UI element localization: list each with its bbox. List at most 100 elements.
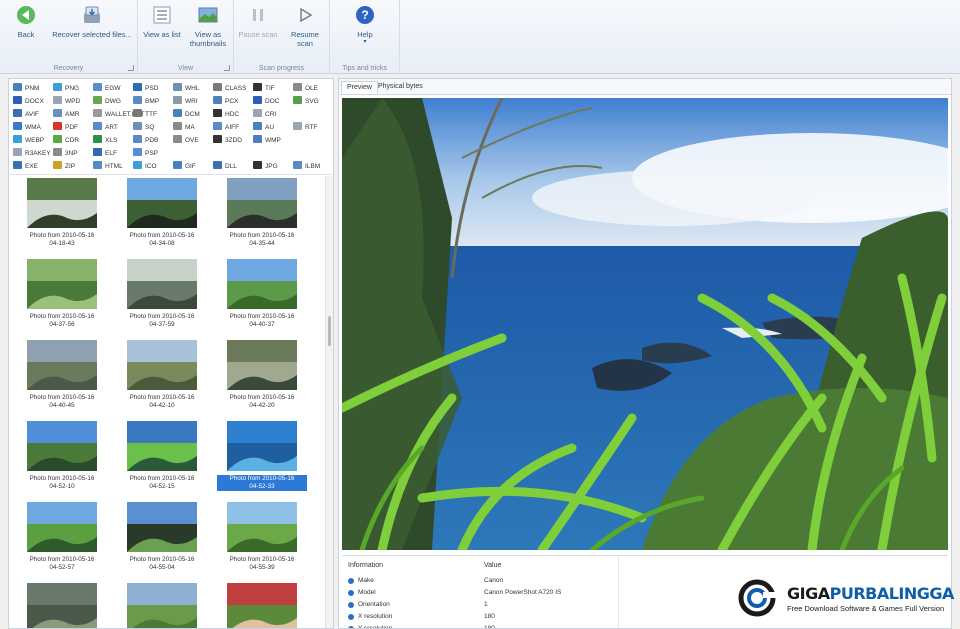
file-type-icon — [293, 83, 302, 91]
file-type-label: AVIF — [25, 111, 39, 118]
file-type-pdb[interactable]: PDB — [133, 135, 158, 146]
file-type-exe[interactable]: EXE — [13, 161, 38, 172]
thumbnail-item[interactable]: Photo from 2010-05-16 04-35-44 — [217, 178, 307, 248]
file-type-egw[interactable]: EGW — [93, 83, 121, 94]
file-type-gif[interactable]: GIF — [173, 161, 196, 172]
file-type-ole[interactable]: OLE — [293, 83, 318, 94]
file-type-rtf[interactable]: RTF — [293, 122, 318, 133]
file-type-psp[interactable]: PSP — [133, 148, 158, 159]
group-expander-icon[interactable] — [128, 65, 134, 71]
file-type-bmp[interactable]: BMP — [133, 96, 159, 107]
thumbnail-item[interactable]: Photo from 2010-05-16 04-55-39 — [217, 502, 307, 572]
thumbnail-item[interactable] — [117, 583, 207, 628]
file-type-elf[interactable]: ELF — [93, 148, 117, 159]
file-type-hdc[interactable]: HDC — [213, 109, 239, 120]
file-type-zip[interactable]: ZIP — [53, 161, 75, 172]
thumbnail-item[interactable]: Photo from 2010-05-16 04-37-56 — [17, 259, 107, 329]
file-type-tif[interactable]: TIF — [253, 83, 275, 94]
thumbnail-item[interactable]: Photo from 2010-05-16 04-52-10 — [17, 421, 107, 491]
thumbnail-scrollbar[interactable] — [325, 176, 333, 628]
scrollbar-thumb[interactable] — [328, 316, 331, 346]
group-expander-icon[interactable] — [224, 65, 230, 71]
file-type-label: TTF — [145, 111, 157, 118]
file-type-ilbm[interactable]: ILBM — [293, 161, 320, 172]
thumbnail-image — [127, 583, 197, 628]
thumbnail-item[interactable] — [17, 583, 107, 628]
file-type-r3akey[interactable]: R3AKEY — [13, 148, 51, 159]
file-type-png[interactable]: PNG — [53, 83, 79, 94]
thumbnail-item[interactable]: Photo from 2010-05-16 04-42-10 — [117, 340, 207, 410]
file-type-pnm[interactable]: PNM — [13, 83, 39, 94]
file-type-wmp[interactable]: WMP — [253, 135, 281, 146]
file-type-pdf[interactable]: PDF — [53, 122, 78, 133]
thumbnail-item[interactable]: Photo from 2010-05-16 04-52-57 — [17, 502, 107, 572]
thumbnail-grid[interactable]: Photo from 2010-05-16 04-18-43 Photo from … — [9, 176, 325, 628]
file-type-xls[interactable]: XLS — [93, 135, 117, 146]
info-row[interactable]: X resolution 180 — [342, 612, 622, 624]
file-type-icon — [93, 109, 102, 117]
thumbnail-caption: Photo from 2010-05-16 04-52-33 — [217, 475, 307, 491]
thumbnail-image — [27, 259, 97, 309]
thumbnail-item[interactable] — [217, 583, 307, 628]
file-type-ico[interactable]: ICO — [133, 161, 157, 172]
thumbnail-item[interactable]: Photo from 2010-05-16 04-40-45 — [17, 340, 107, 410]
file-type-class[interactable]: CLASS — [213, 83, 246, 94]
thumbnail-caption-title: Photo from 2010-05-16 — [29, 556, 95, 563]
info-row[interactable]: Make Canon — [342, 576, 622, 588]
file-type-doc[interactable]: DOC — [253, 96, 279, 107]
file-type-dll[interactable]: DLL — [213, 161, 237, 172]
file-type-dcm[interactable]: DCM — [173, 109, 200, 120]
back-button[interactable]: Back — [6, 4, 46, 39]
thumbnail-item[interactable]: Photo from 2010-05-16 04-55-04 — [117, 502, 207, 572]
file-type-amr[interactable]: AMR — [53, 109, 79, 120]
help-dropdown-icon[interactable]: ▾ — [344, 39, 386, 45]
file-type-svg[interactable]: SVG — [293, 96, 319, 107]
thumbnail-image — [27, 340, 97, 390]
view-as-thumbnails-button[interactable]: View as thumbnails — [186, 4, 230, 48]
thumbnail-image — [27, 178, 97, 228]
help-button[interactable]: ? Help ▾ — [344, 4, 386, 45]
file-type-wma[interactable]: WMA — [13, 122, 41, 133]
info-row[interactable]: Orientation 1 — [342, 600, 622, 612]
file-type-pcx[interactable]: PCX — [213, 96, 238, 107]
pause-scan-button[interactable]: Pause scan — [238, 4, 278, 39]
file-type-psd[interactable]: PSD — [133, 83, 158, 94]
info-row[interactable]: Model Canon PowerShot A720 IS — [342, 588, 622, 600]
file-type-3zdd[interactable]: 3ZDD — [213, 135, 242, 146]
file-type-label: ART — [105, 124, 118, 131]
file-type-whl[interactable]: WHL — [173, 83, 199, 94]
file-type-docx[interactable]: DOCX — [13, 96, 44, 107]
file-type-html[interactable]: HTML — [93, 161, 123, 172]
tab-physical-bytes[interactable]: Physical bytes — [373, 81, 428, 92]
thumbnail-item[interactable]: Photo from 2010-05-16 04-37-59 — [117, 259, 207, 329]
file-type-ma[interactable]: MA — [173, 122, 195, 133]
resume-scan-button[interactable]: Resume scan — [284, 4, 326, 48]
thumbnail-item[interactable]: Photo from 2010-05-16 04-18-43 — [17, 178, 107, 248]
file-type-wpd[interactable]: WPD — [53, 96, 80, 107]
file-type-3np[interactable]: 3NP — [53, 148, 78, 159]
thumbnail-caption-time: 04-40-45 — [49, 402, 75, 409]
file-type-art[interactable]: ART — [93, 122, 118, 133]
file-type-avif[interactable]: AVIF — [13, 109, 39, 120]
thumbnail-item[interactable]: Photo from 2010-05-16 04-52-33 — [217, 421, 307, 491]
thumbnail-item[interactable]: Photo from 2010-05-16 04-34-08 — [117, 178, 207, 248]
file-type-webp[interactable]: WEBP — [13, 135, 44, 146]
file-type-dwg[interactable]: DWG — [93, 96, 121, 107]
recover-selected-button[interactable]: Recover selected files... — [52, 4, 132, 39]
file-type-sq[interactable]: SQ — [133, 122, 154, 133]
file-type-wri[interactable]: WRI — [173, 96, 198, 107]
thumbnail-item[interactable]: Photo from 2010-05-16 04-52-15 — [117, 421, 207, 491]
view-as-list-button[interactable]: View as list — [142, 4, 182, 39]
file-type-cri[interactable]: CRI — [253, 109, 276, 120]
file-type-jpg[interactable]: JPG — [253, 161, 278, 172]
file-type-aiff[interactable]: AIFF — [213, 122, 239, 133]
file-type-ove[interactable]: OVE — [173, 135, 199, 146]
info-row[interactable]: Y resolution 180 — [342, 624, 622, 628]
thumbnail-item[interactable]: Photo from 2010-05-16 04-42-20 — [217, 340, 307, 410]
thumbnail-caption: Photo from 2010-05-16 04-55-04 — [117, 556, 207, 572]
file-type-cdr[interactable]: CDR — [53, 135, 79, 146]
file-type-ttf[interactable]: TTF — [133, 109, 157, 120]
file-type-au[interactable]: AU — [253, 122, 274, 133]
thumbnail-item[interactable]: Photo from 2010-05-16 04-40-37 — [217, 259, 307, 329]
thumbnail-caption: Photo from 2010-05-16 04-18-43 — [17, 232, 107, 248]
